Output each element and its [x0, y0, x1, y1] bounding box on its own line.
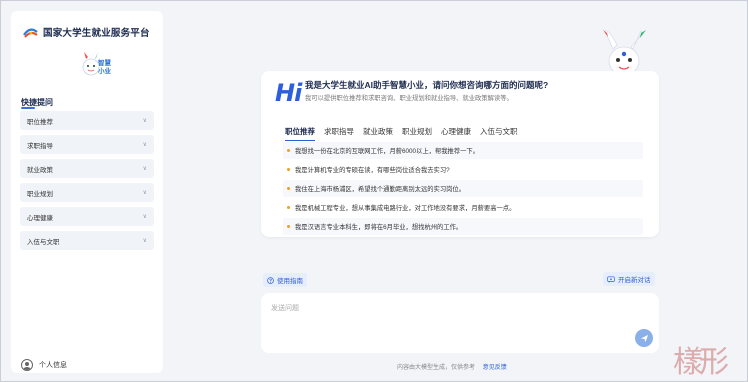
chevron-down-icon: ∨	[142, 190, 147, 196]
welcome-card: Hi 我是大学生就业AI助手智慧小业，请问你想咨询哪方面的问题呢? 我可以提供职…	[261, 71, 659, 237]
new-chat-button[interactable]: 开启新对话	[603, 272, 655, 286]
sidebar-item-career-planning[interactable]: 职业规划 ∨	[20, 183, 154, 202]
sidebar-item-label: 入伍与文职	[27, 238, 60, 246]
sidebar-item-job-guidance[interactable]: 求职指导 ∨	[20, 135, 154, 154]
new-chat-icon	[607, 276, 615, 283]
profile-label: 个人信息	[39, 362, 67, 369]
tab-job-recommend[interactable]: 职位推荐	[285, 126, 315, 141]
chevron-down-icon: ∨	[142, 142, 147, 148]
national-emblem-logo	[23, 28, 38, 38]
question-text: 我住在上海市杨浦区，希望找个通勤距离别太远的实习岗位。	[295, 186, 466, 193]
tab-career-planning[interactable]: 职业规划	[402, 126, 432, 141]
sidebar-item-label: 求职指导	[27, 142, 53, 150]
suggested-question[interactable]: 我住在上海市杨浦区，希望找个通勤距离别太远的实习岗位。	[283, 180, 643, 197]
suggested-question[interactable]: 我是汉语言专业本科生，即将在6月毕业，想找杭州的工作。	[283, 218, 643, 235]
sidebar-item-label: 就业政策	[27, 166, 53, 174]
chevron-down-icon: ∨	[142, 238, 147, 244]
message-placeholder: 发送问题	[271, 305, 299, 312]
bullet-dot	[287, 168, 290, 171]
sidebar-item-mental-health[interactable]: 心理健康 ∨	[20, 207, 154, 226]
chevron-down-icon: ∨	[142, 214, 147, 220]
profile-button[interactable]: 个人信息	[21, 359, 67, 371]
bullet-dot	[287, 225, 290, 228]
mascot-name-line-2: 小业	[98, 68, 111, 75]
app-title: 国家大学生就业服务平台	[43, 28, 150, 39]
tab-mental-health[interactable]: 心理健康	[441, 126, 471, 141]
greeting-title: 我是大学生就业AI助手智慧小业，请问你想咨询哪方面的问题呢?	[305, 80, 549, 90]
user-guide-label: 使用指南	[277, 278, 303, 285]
question-text: 我是机械工程专业，想从事集成电路行业，对工作地没有要求，月薪要高一点。	[295, 205, 516, 212]
feedback-link[interactable]: 意见反馈	[483, 365, 507, 371]
greeting-subtitle: 我可以提供职位推荐和求职咨询、职业规划和就业指导、就业政策解读等。	[305, 95, 513, 102]
question-text: 我是汉语言专业本科生，即将在6月毕业，想找杭州的工作。	[295, 224, 463, 231]
tab-military-civil[interactable]: 入伍与文职	[480, 126, 518, 141]
disclaimer-text: 内容由大模型生成，仅供参考	[397, 365, 476, 371]
tab-job-guidance[interactable]: 求职指导	[324, 126, 354, 141]
suggested-question[interactable]: 我是机械工程专业，想从事集成电路行业，对工作地没有要求，月薪要高一点。	[283, 199, 643, 216]
suggested-question[interactable]: 我是计算机专业的专硕在读，有哪些岗位适合我去实习?	[283, 161, 643, 178]
user-circle-icon	[21, 359, 33, 371]
bullet-dot	[287, 187, 290, 190]
chevron-down-icon: ∨	[142, 118, 147, 124]
sidebar-item-job-recommend[interactable]: 职位推荐 ∨	[20, 111, 154, 130]
sidebar-item-label: 职位推荐	[27, 118, 53, 126]
app-frame: 国家大学生就业服务平台 智慧 小业 快捷提问 职位推荐 ∨ 求职指导 ∨ 就业政…	[0, 0, 748, 382]
mascot-name-line-1: 智慧	[98, 60, 111, 67]
user-guide-button[interactable]: 使用指南	[263, 273, 307, 287]
question-text: 我想找一份在北京的互联网工作，月薪6000以上，帮我推荐一下。	[295, 148, 480, 155]
sidebar-item-label: 心理健康	[27, 214, 53, 222]
bullet-dot	[287, 206, 290, 209]
question-circle-icon	[267, 276, 274, 284]
quick-menu: 职位推荐 ∨ 求职指导 ∨ 就业政策 ∨ 职业规划 ∨ 心理健康 ∨ 入伍与文职…	[20, 111, 154, 255]
hi-logo: Hi	[275, 79, 302, 107]
question-text: 我是计算机专业的专硕在读，有哪些岗位适合我去实习?	[295, 167, 450, 174]
mascot-name: 智慧 小业	[98, 60, 111, 76]
send-icon	[640, 334, 648, 342]
mascot-logo-icon	[82, 52, 100, 76]
brand[interactable]: 国家大学生就业服务平台	[23, 25, 150, 39]
tab-employment-policy[interactable]: 就业政策	[363, 126, 393, 141]
suggested-questions: 我想找一份在北京的互联网工作，月薪6000以上，帮我推荐一下。 我是计算机专业的…	[283, 142, 643, 237]
new-chat-label: 开启新对话	[618, 277, 651, 284]
quick-title-underline	[21, 107, 35, 109]
message-input[interactable]: 发送问题	[261, 293, 659, 353]
chevron-down-icon: ∨	[142, 166, 147, 172]
topic-tabs: 职位推荐 求职指导 就业政策 职业规划 心理健康 入伍与文职	[285, 126, 518, 141]
suggested-question[interactable]: 我想找一份在北京的互联网工作，月薪6000以上，帮我推荐一下。	[283, 142, 643, 159]
sidebar-item-military-civil[interactable]: 入伍与文职 ∨	[20, 231, 154, 250]
sidebar-item-employment-policy[interactable]: 就业政策 ∨	[20, 159, 154, 178]
watermark-stamp: 樣形	[673, 345, 729, 380]
bullet-dot	[287, 149, 290, 152]
sidebar: 国家大学生就业服务平台 智慧 小业 快捷提问 职位推荐 ∨ 求职指导 ∨ 就业政…	[11, 11, 163, 373]
send-button[interactable]	[635, 329, 653, 347]
sidebar-item-label: 职业规划	[27, 190, 53, 198]
disclaimer: 内容由大模型生成，仅供参考 意见反馈	[397, 362, 507, 371]
